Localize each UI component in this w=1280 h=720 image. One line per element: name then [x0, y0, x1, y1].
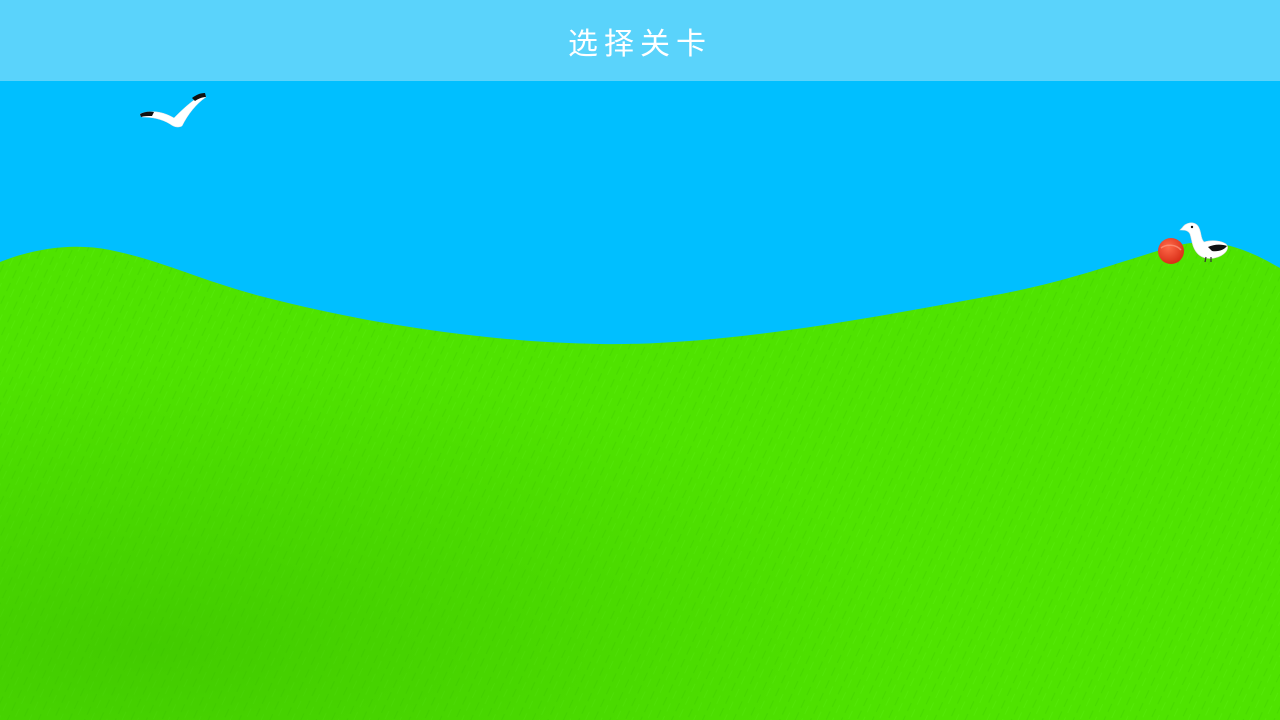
- game-stage: 选择关卡: [0, 0, 1280, 720]
- red-ball-icon[interactable]: [1158, 238, 1184, 264]
- level-select-scene: [0, 93, 1280, 720]
- grass-hill: [0, 242, 1280, 720]
- page-title: 选择关卡: [568, 26, 712, 62]
- title-bar: 选择关卡: [0, 0, 1280, 81]
- flying-seagull-icon: [139, 93, 207, 128]
